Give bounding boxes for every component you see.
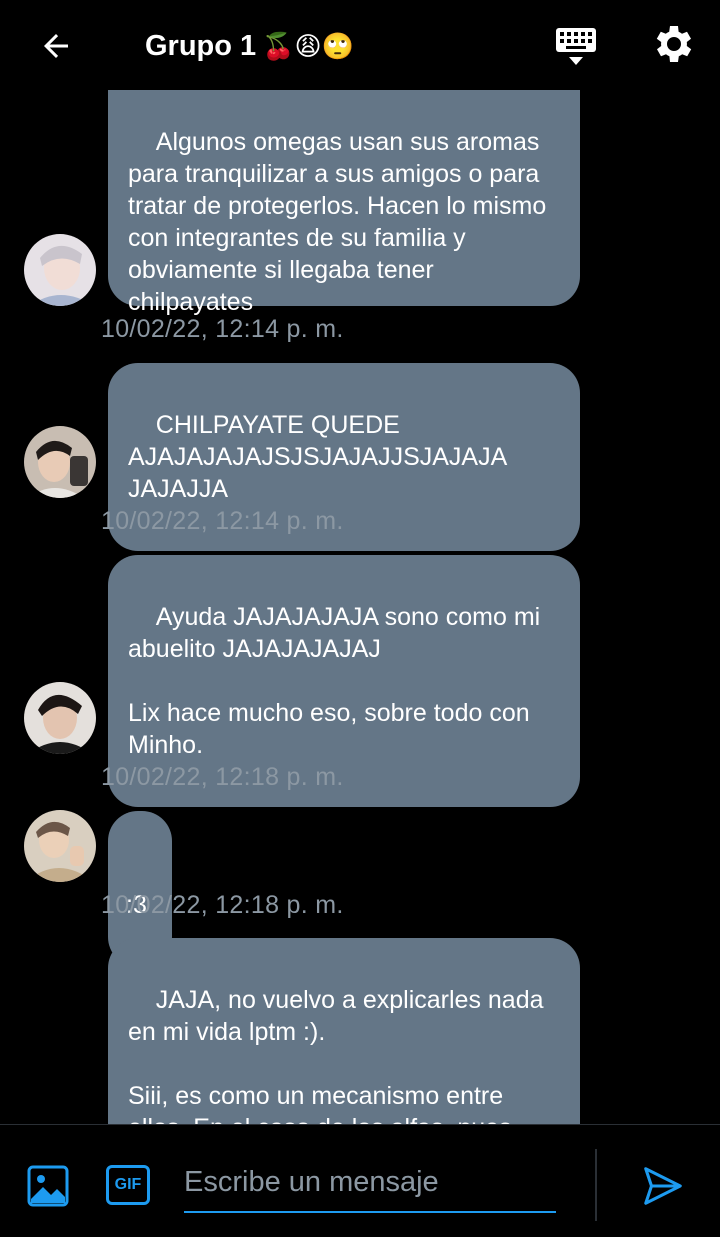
send-icon [644,1167,682,1205]
message-text: Ayuda JAJAJAJAJA sono como mi abuelito J… [128,603,541,759]
settings-button[interactable] [648,20,696,68]
message-timestamp: 10/02/22, 12:18 p. m. [101,763,344,791]
avatar-image [24,810,96,882]
message-text: Algunos omegas usan sus aromas para tran… [128,128,554,316]
avatar[interactable] [24,810,96,882]
keyboard-icon [556,28,596,65]
message-input[interactable] [184,1153,556,1213]
image-icon [27,1165,69,1207]
message-text: JAJA, no vuelvo a explicarles nada en mi… [128,986,544,1124]
message-timestamp: 10/02/22, 12:18 p. m. [101,891,344,919]
send-button[interactable] [640,1163,686,1209]
message-text: CHILPAYATE QUEDE AJAJAJAJAJSJSJAJAJJSJAJ… [128,411,513,503]
message-list[interactable]: Algunos omegas usan sus aromas para tran… [0,90,720,1124]
add-image-button[interactable] [27,1165,69,1207]
avatar[interactable] [24,682,96,754]
message-composer: GIF [0,1124,720,1237]
message-bubble[interactable]: JAJA, no vuelvo a explicarles nada en mi… [108,938,580,1124]
avatar-image [24,426,96,498]
back-button[interactable] [34,24,78,68]
message-timestamp: 10/02/22, 12:14 p. m. [101,315,344,343]
gif-label: GIF [114,1176,142,1193]
add-gif-button[interactable]: GIF [106,1165,150,1205]
avatar-image [24,234,96,306]
avatar-image [24,682,96,754]
message-bubble[interactable]: Algunos omegas usan sus aromas para tran… [108,90,580,316]
title-emojis: 🍒😩🙄 [262,31,355,61]
arrow-left-icon [44,34,68,58]
group-name: Grupo 1 [145,30,257,62]
composer-divider [595,1149,597,1221]
avatar[interactable] [24,426,96,498]
chat-header: Grupo 1 🍒😩🙄 [0,0,720,90]
chat-title[interactable]: Grupo 1 🍒😩🙄 [145,26,354,66]
keyboard-button[interactable] [552,24,600,68]
message-timestamp: 10/02/22, 12:14 p. m. [101,507,344,535]
avatar[interactable] [24,234,96,306]
gear-icon [656,26,692,62]
